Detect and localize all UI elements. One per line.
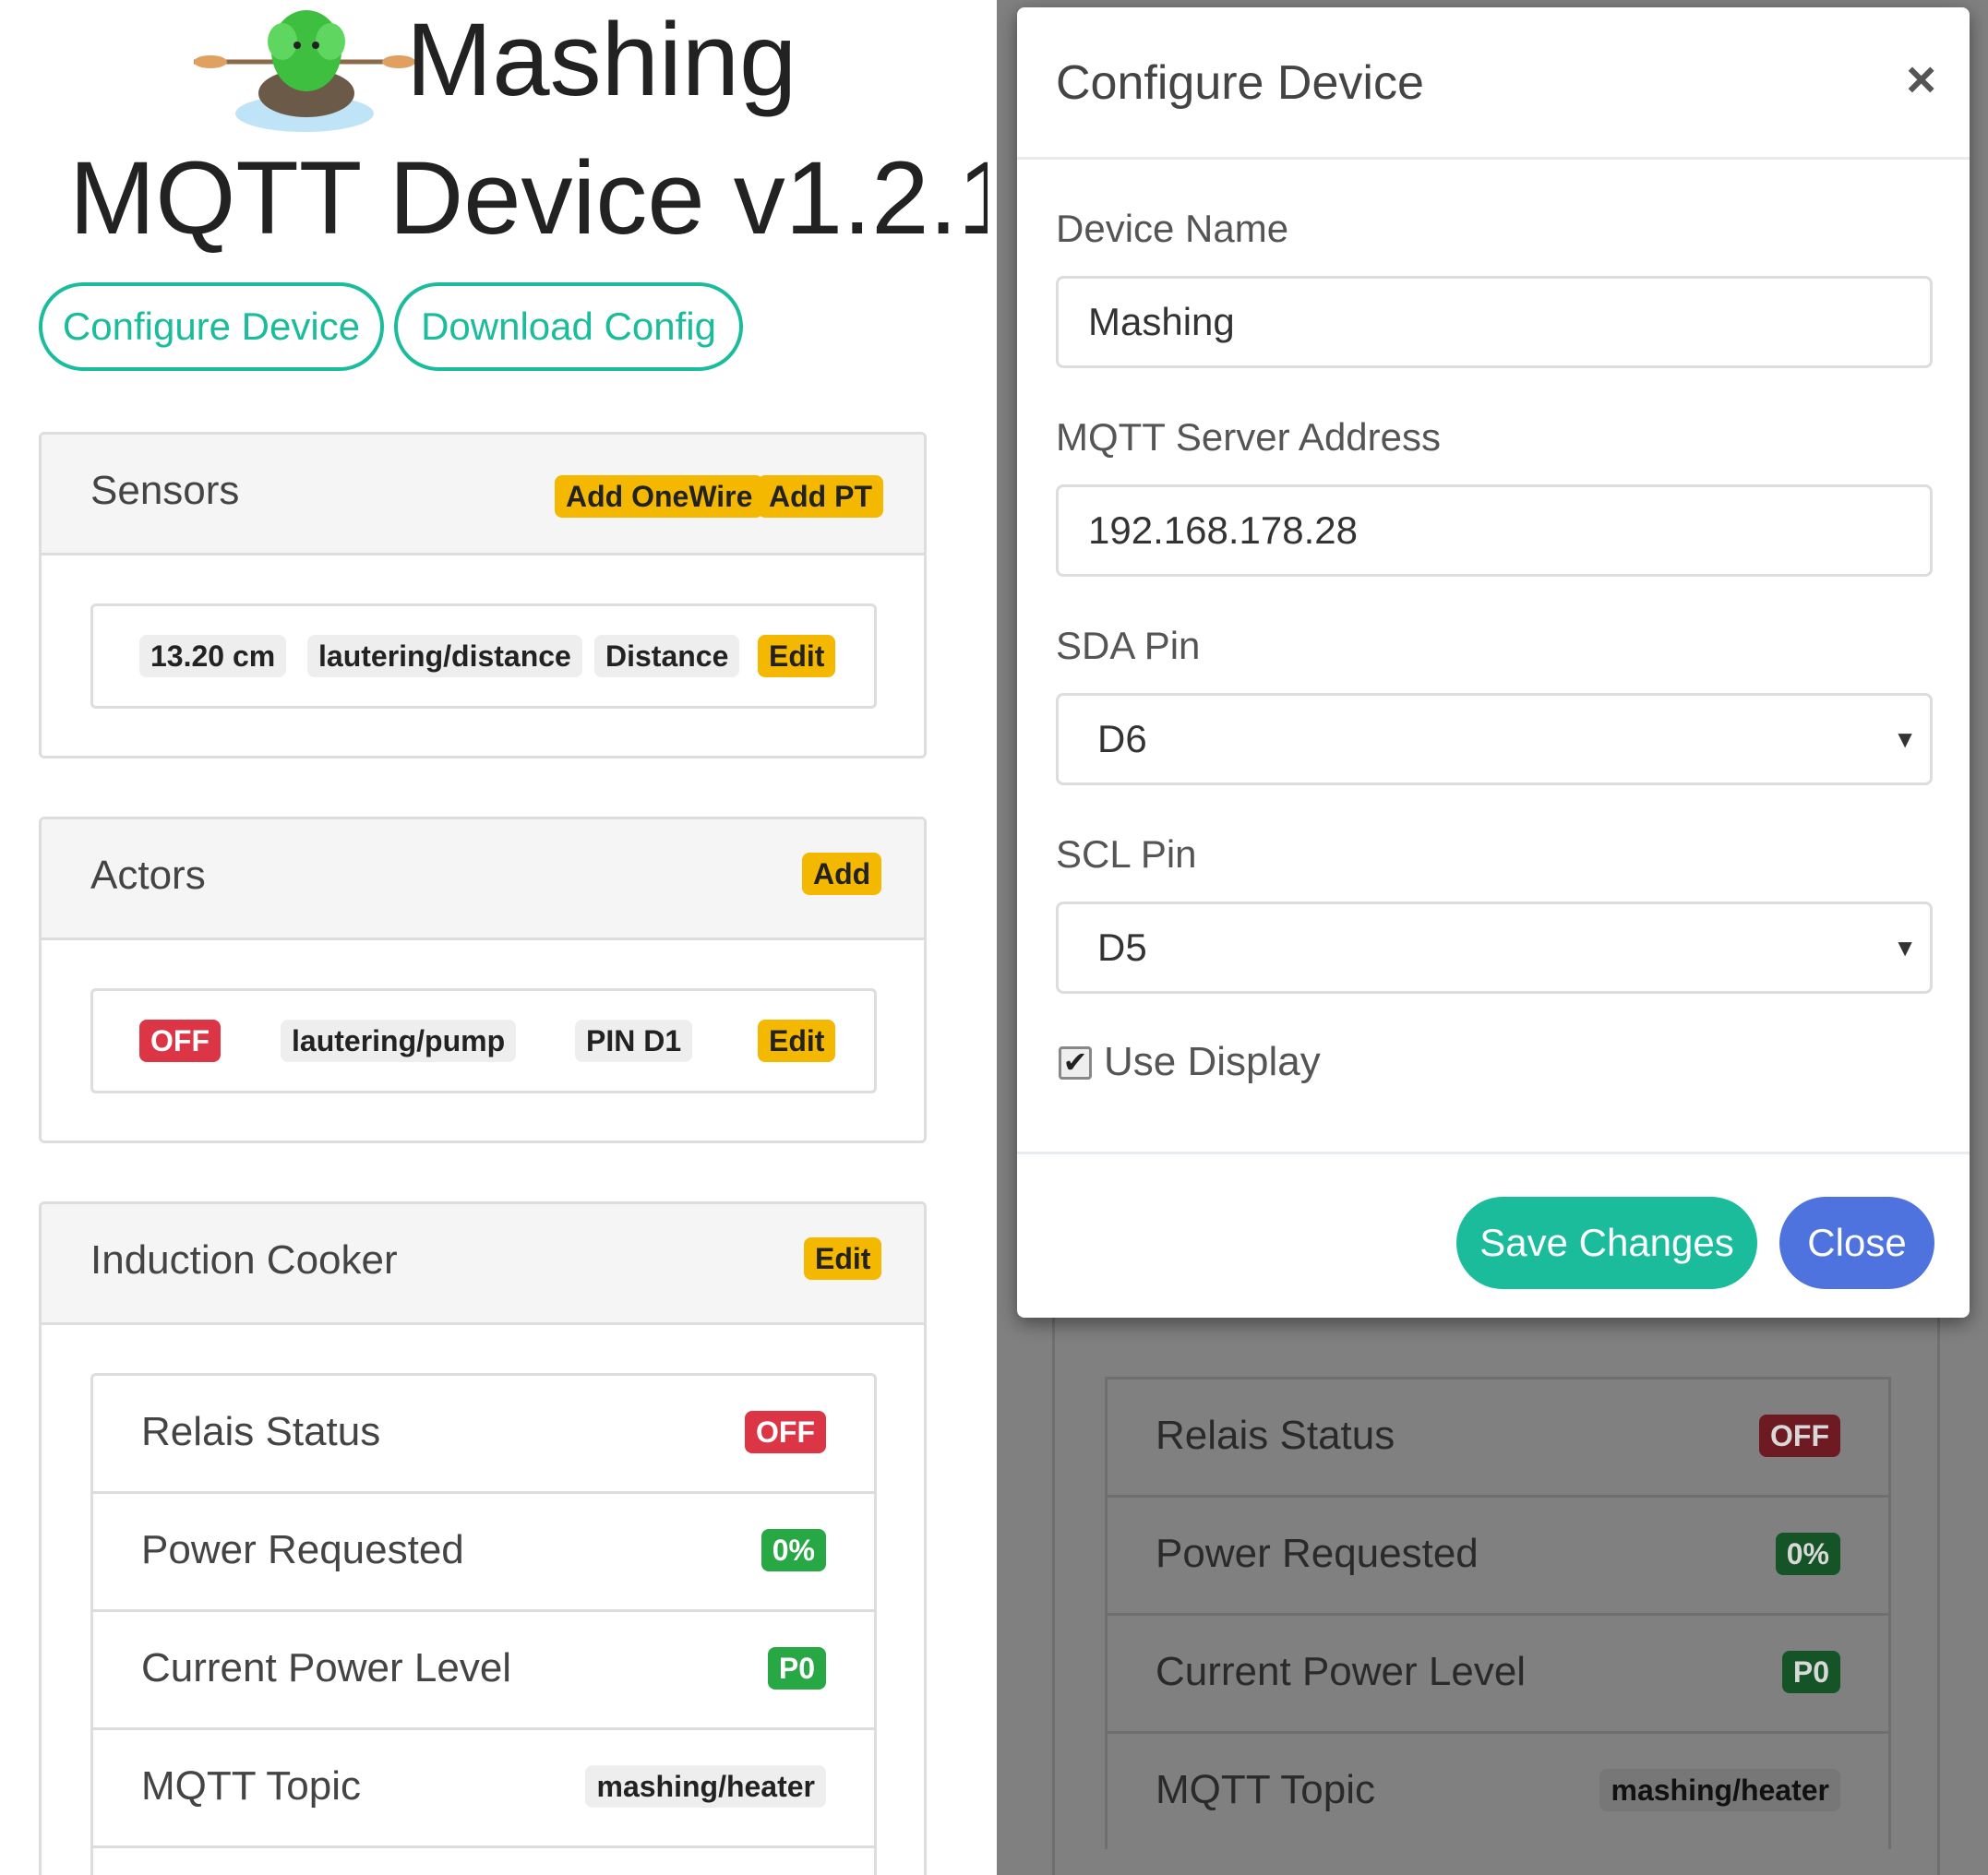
power-requested-badge: 0%	[1775, 1533, 1840, 1575]
list-item: MQTT Topic mashing/heater	[90, 1727, 877, 1845]
close-button[interactable]: Close	[1779, 1197, 1934, 1289]
list-item: Power Requested 0%	[1105, 1495, 1891, 1613]
mqtt-topic-badge: mashing/heater	[1599, 1769, 1840, 1811]
power-requested-label: Power Requested	[141, 1527, 464, 1572]
modal-header: Configure Device ×	[1017, 7, 1970, 160]
scl-pin-select[interactable]: D5 ▼	[1056, 902, 1933, 994]
mqtt-server-label: MQTT Server Address	[1056, 415, 1442, 459]
power-requested-badge: 0%	[760, 1529, 826, 1571]
device-name-label: Device Name	[1056, 207, 1289, 250]
induction-title: Induction Cooker	[90, 1237, 398, 1283]
current-power-level-label: Current Power Level	[141, 1645, 512, 1690]
list-item: Relais Status OFF	[90, 1373, 877, 1491]
current-power-level-badge: P0	[1781, 1651, 1840, 1693]
current-power-level-badge: P0	[767, 1647, 826, 1690]
modal-overlay[interactable]: Relais Status OFF Power Requested 0% Cur…	[997, 0, 1988, 1875]
use-display-checkbox[interactable]: ✔	[1059, 1046, 1092, 1080]
relais-status-badge: OFF	[745, 1411, 826, 1453]
list-item: Relais Status OFF	[1105, 1377, 1891, 1495]
list-item	[90, 1845, 877, 1875]
sensors-title: Sensors	[90, 468, 240, 513]
induction-panel: Induction Cooker Edit Relais Status OFF …	[39, 1201, 927, 1875]
induction-edit-button[interactable]: Edit	[804, 1237, 882, 1280]
actors-panel: Actors Add OFF lautering/pump PIN D1 Edi…	[39, 817, 927, 1143]
actor-item: OFF lautering/pump PIN D1 Edit	[90, 988, 877, 1093]
add-onewire-button[interactable]: Add OneWire	[555, 475, 764, 518]
use-display-label: Use Display	[1104, 1039, 1321, 1084]
sda-pin-label: SDA Pin	[1056, 624, 1201, 667]
list-item: Power Requested 0%	[90, 1491, 877, 1609]
current-power-level-label: Current Power Level	[1156, 1649, 1527, 1694]
modal-footer: Save Changes Close	[1017, 1152, 1970, 1318]
sensors-panel: Sensors Add OneWire Add PT 13.20 cm laut…	[39, 432, 927, 758]
induction-panel-header: Induction Cooker Edit	[42, 1204, 924, 1325]
download-config-button[interactable]: Download Config	[394, 282, 743, 371]
actor-edit-button[interactable]: Edit	[758, 1020, 836, 1062]
main-page: Mashing MQTT Device v1.2.1 Configure Dev…	[0, 0, 988, 1875]
sda-pin-select[interactable]: D6 ▼	[1056, 693, 1933, 785]
mqtt-topic-label: MQTT Topic	[1156, 1767, 1375, 1812]
actors-title: Actors	[90, 853, 206, 898]
sensor-topic-badge: lautering/distance	[307, 635, 582, 677]
induction-status-list: Relais Status OFF Power Requested 0% Cur…	[90, 1373, 877, 1875]
relais-status-badge: OFF	[1759, 1415, 1840, 1457]
configure-device-modal: Configure Device × Device Name Mashing M…	[1017, 7, 1970, 1318]
scl-pin-label: SCL Pin	[1056, 832, 1197, 876]
hop-kayak-logo-icon	[194, 10, 415, 132]
chevron-down-icon: ▼	[1893, 725, 1917, 753]
configure-device-button[interactable]: Configure Device	[39, 282, 384, 371]
sensors-panel-header: Sensors Add OneWire Add PT	[42, 435, 924, 555]
close-icon[interactable]: ×	[1906, 52, 1936, 107]
scl-pin-value: D5	[1097, 926, 1147, 969]
mqtt-server-input[interactable]: 192.168.178.28	[1056, 484, 1933, 577]
sensor-name-badge: Distance	[594, 635, 740, 677]
sensor-value-badge: 13.20 cm	[139, 635, 287, 677]
page-header: Mashing MQTT Device v1.2.1	[0, 0, 988, 258]
actor-pin-badge: PIN D1	[575, 1020, 693, 1062]
modal-title: Configure Device	[1056, 56, 1424, 110]
power-requested-label: Power Requested	[1156, 1531, 1479, 1576]
add-pt-button[interactable]: Add PT	[758, 475, 883, 518]
actor-topic-badge: lautering/pump	[281, 1020, 517, 1062]
mqtt-topic-label: MQTT Topic	[141, 1763, 361, 1809]
relais-status-label: Relais Status	[1156, 1413, 1395, 1458]
sensor-item: 13.20 cm lautering/distance Distance Edi…	[90, 603, 877, 709]
chevron-down-icon: ▼	[1893, 934, 1917, 961]
page-title-line2: MQTT Device v1.2.1	[69, 140, 988, 256]
page-title-line1: Mashing	[406, 2, 797, 117]
list-item: Current Power Level P0	[90, 1609, 877, 1727]
list-item: Current Power Level P0	[1105, 1613, 1891, 1731]
add-actor-button[interactable]: Add	[802, 853, 882, 895]
sensor-edit-button[interactable]: Edit	[758, 635, 836, 677]
device-name-input[interactable]: Mashing	[1056, 276, 1933, 368]
induction-status-list-dimmed: Relais Status OFF Power Requested 0% Cur…	[1105, 1377, 1891, 1849]
actor-state-badge: OFF	[139, 1020, 221, 1062]
relais-status-label: Relais Status	[141, 1409, 381, 1454]
mqtt-topic-badge: mashing/heater	[585, 1765, 826, 1808]
sda-pin-value: D6	[1097, 717, 1147, 760]
list-item: MQTT Topic mashing/heater	[1105, 1731, 1891, 1849]
save-changes-button[interactable]: Save Changes	[1456, 1197, 1757, 1289]
actors-panel-header: Actors Add	[42, 819, 924, 940]
